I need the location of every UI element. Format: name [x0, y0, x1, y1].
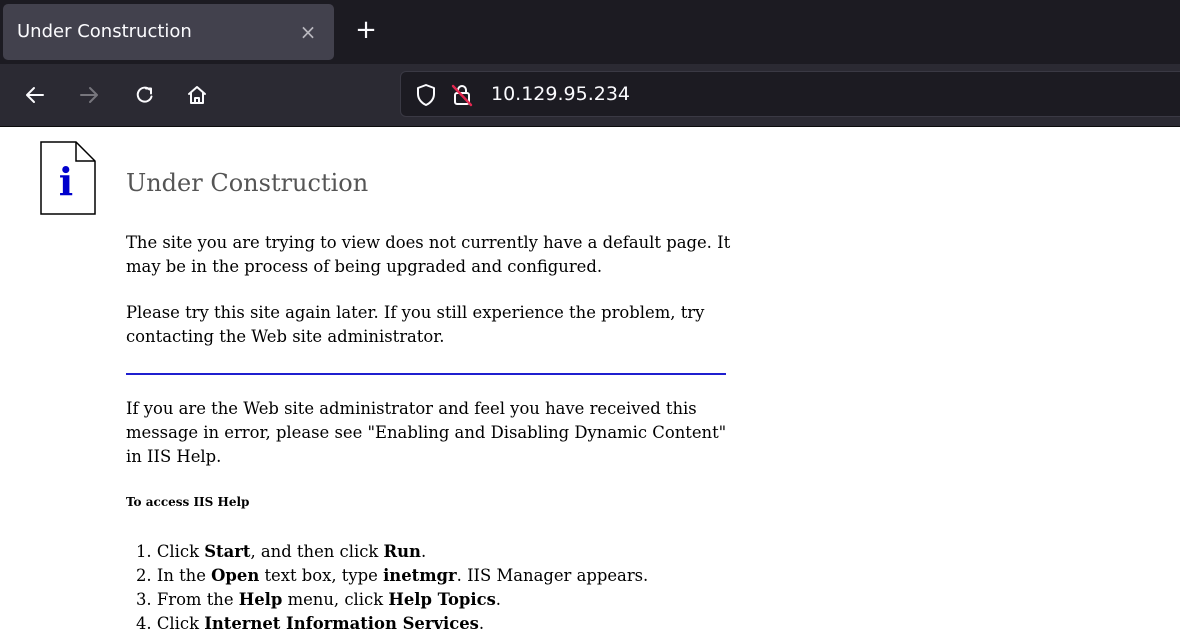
- insecure-lock-icon[interactable]: [449, 82, 475, 108]
- tab-strip: Under Construction × +: [0, 0, 1180, 64]
- address-bar[interactable]: 10.129.95.234: [400, 71, 1180, 117]
- new-tab-plus-icon[interactable]: +: [352, 16, 380, 44]
- retry-paragraph: Please try this site again later. If you…: [126, 303, 705, 346]
- url-text[interactable]: 10.129.95.234: [491, 72, 630, 116]
- help-step: 1. Click Start, and then click Run.: [136, 542, 427, 561]
- help-step: 2. In the Open text box, type inetmgr. I…: [136, 566, 649, 585]
- admin-paragraph: If you are the Web site administrator an…: [126, 399, 727, 466]
- active-tab[interactable]: Under Construction ×: [3, 4, 334, 60]
- help-heading: To access IIS Help: [126, 495, 250, 509]
- help-step: 4. Click Internet Information Services.: [136, 614, 485, 633]
- help-steps-list: 1. Click Start, and then click Run. 2. I…: [126, 540, 648, 636]
- help-step: 3. From the Help menu, click Help Topics…: [136, 590, 502, 609]
- shield-icon[interactable]: [413, 82, 439, 108]
- info-letter: i: [59, 159, 73, 204]
- tab-title: Under Construction: [17, 21, 192, 42]
- navigation-toolbar: 10.129.95.234: [0, 64, 1180, 127]
- divider: [126, 373, 726, 375]
- back-arrow-icon[interactable]: [18, 78, 52, 112]
- intro-paragraph: The site you are trying to view does not…: [126, 233, 731, 276]
- reload-icon[interactable]: [128, 78, 162, 112]
- home-icon[interactable]: [180, 78, 214, 112]
- tab-close-icon[interactable]: ×: [296, 20, 320, 44]
- info-document-icon: i: [40, 141, 96, 215]
- forward-arrow-icon[interactable]: [72, 78, 106, 112]
- page-title: Under Construction: [126, 169, 369, 197]
- page-content: i Under Construction The site you are tr…: [0, 127, 1180, 636]
